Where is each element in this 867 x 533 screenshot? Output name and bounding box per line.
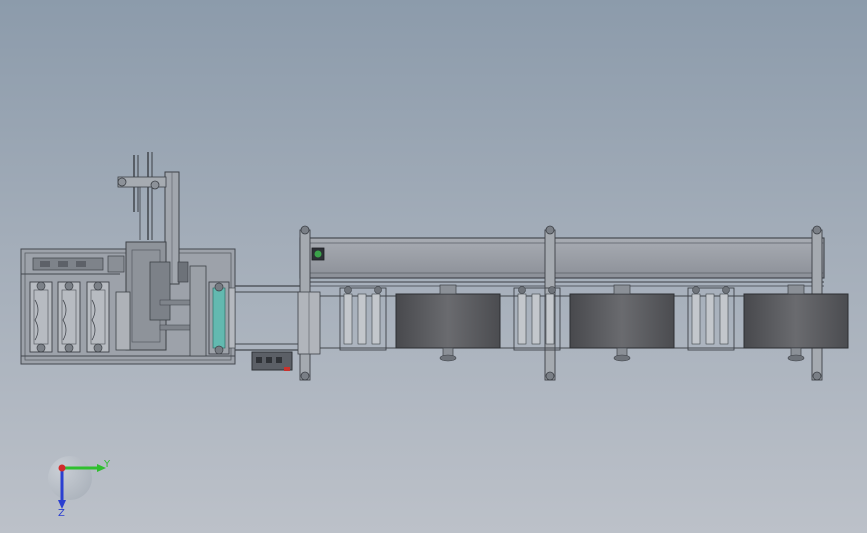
- material-roll-2: [569, 293, 675, 349]
- station-1: [339, 284, 501, 362]
- machine-assembly-drawing: Y Z: [20, 152, 849, 519]
- unwind-spool-arm[interactable]: [117, 152, 167, 240]
- guide-roller-cyan[interactable]: [208, 281, 236, 355]
- left-roller-2: [57, 281, 81, 353]
- control-box[interactable]: [251, 351, 293, 371]
- station-3: [687, 284, 849, 362]
- transfer-rails: [235, 285, 300, 351]
- coordinate-triad: Y Z: [48, 456, 111, 519]
- left-roller-3: [86, 281, 110, 353]
- x-axis-marker: [58, 464, 66, 472]
- roll-stations: [339, 284, 849, 362]
- status-indicator[interactable]: [311, 247, 325, 261]
- left-roller-1: [29, 281, 53, 353]
- left-roller-group: [29, 281, 110, 353]
- y-axis-label: Y: [103, 459, 111, 470]
- z-axis-label: Z: [58, 508, 65, 519]
- material-roll-3: [743, 293, 849, 349]
- material-roll-1: [395, 293, 501, 349]
- cad-viewport[interactable]: Y Z: [0, 0, 867, 533]
- station-2: [513, 284, 675, 362]
- red-marker: [284, 367, 290, 371]
